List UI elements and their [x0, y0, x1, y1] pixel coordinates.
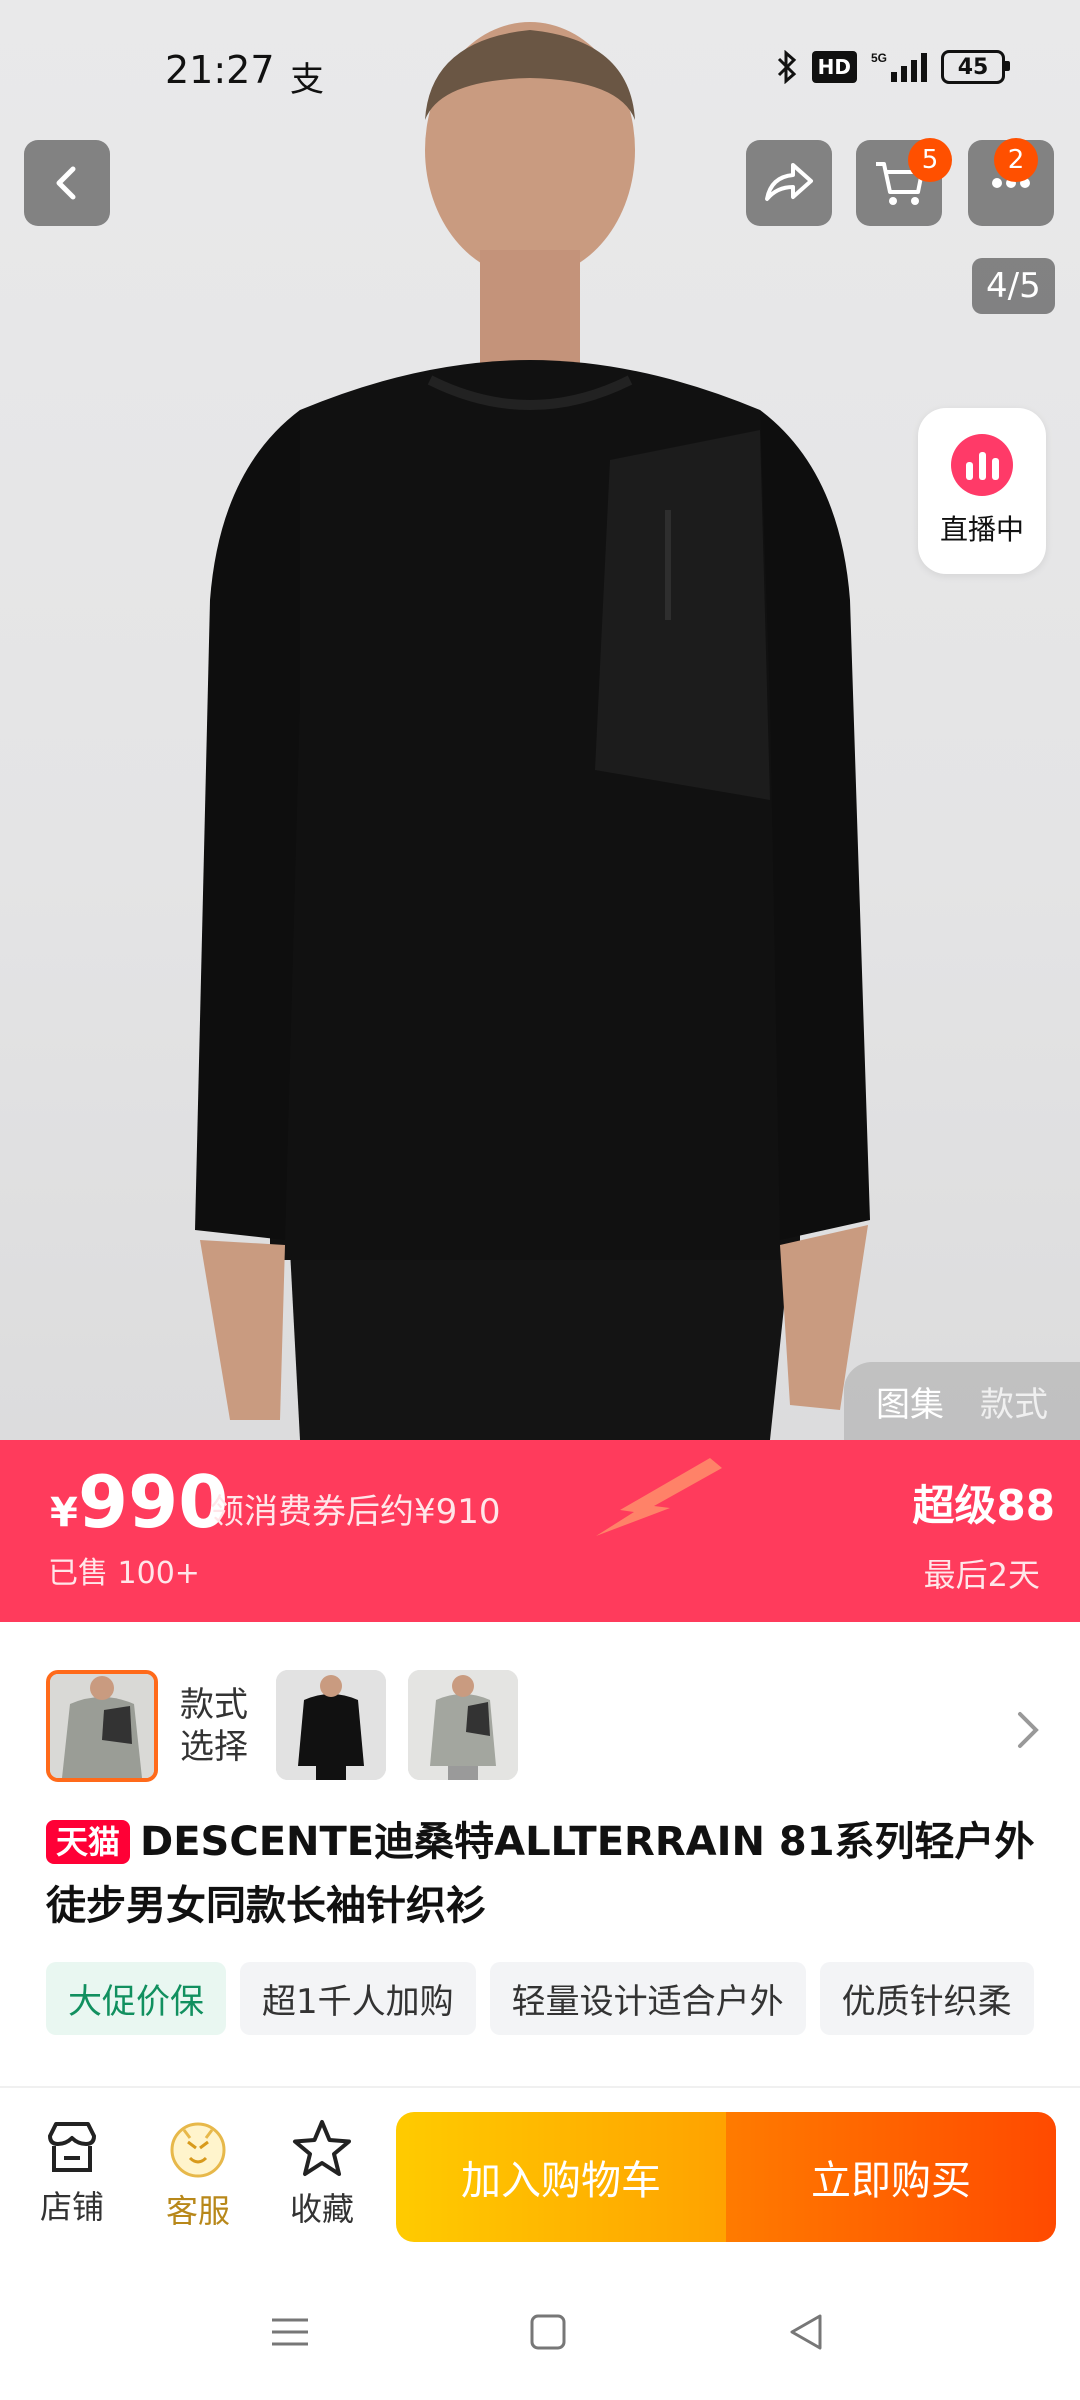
variant-thumb-grey-selected[interactable] — [46, 1670, 158, 1782]
sold-count: 已售 100+ — [48, 1556, 200, 1591]
store-icon — [48, 2122, 96, 2172]
variant-selector[interactable]: 款式选择 — [0, 1622, 1080, 1782]
service-mascot-icon — [170, 2122, 226, 2178]
chevron-left-icon — [56, 166, 76, 200]
price-value: 990 — [78, 1460, 229, 1544]
tag-quality-knit[interactable]: 优质针织柔 — [819, 1962, 1034, 2035]
system-navigation-bar — [0, 2270, 1080, 2400]
event-countdown: 最后2天 — [923, 1556, 1040, 1594]
shop-label: 店铺 — [39, 2188, 104, 2226]
customer-service-button[interactable]: 客服 — [148, 2118, 248, 2232]
tag-price-protection[interactable]: 大促价保 — [46, 1962, 226, 2035]
favorite-button[interactable]: 收藏 — [272, 2118, 372, 2230]
product-title: DESCENTE迪桑特ALLTERRAIN 81系列轻户外徒步男女同款长袖针织衫 — [46, 1819, 1035, 1929]
live-stream-button[interactable]: 直播中 — [918, 408, 1046, 574]
tag-lightweight[interactable]: 轻量设计适合户外 — [489, 1962, 806, 2035]
live-bars-icon — [951, 434, 1013, 496]
signal-icon: 5G — [871, 50, 927, 84]
tag-popularity[interactable]: 超1千人加购 — [240, 1962, 476, 2035]
tab-gallery[interactable]: 图集 — [876, 1377, 944, 1426]
tmall-badge: 天猫 — [46, 1820, 131, 1864]
product-tags: 大促价保 超1千人加购 轻量设计适合户外 优质针织柔 — [46, 1962, 1034, 2035]
star-icon — [293, 2120, 351, 2176]
add-to-cart-button[interactable]: 加入购物车 — [396, 2112, 726, 2242]
gallery-tabs: 图集 款式 — [844, 1362, 1080, 1440]
product-title-block: 天猫 DESCENTE迪桑特ALLTERRAIN 81系列轻户外徒步男女同款长袖针… — [46, 1810, 1036, 1938]
message-count-badge: 2 — [994, 138, 1038, 182]
buy-now-button[interactable]: 立即购买 — [726, 2112, 1056, 2242]
chevron-right-icon[interactable] — [1016, 1710, 1040, 1750]
alipay-icon: 支 — [290, 60, 324, 100]
cart-count-badge: 5 — [908, 138, 952, 182]
image-counter: 4/5 — [972, 258, 1055, 314]
status-bar: 21:27 支 HD 5G 45 — [0, 0, 1080, 140]
share-button[interactable] — [746, 140, 832, 226]
bottom-action-bar: 店铺 客服 收藏 加入购物车 立即购买 — [0, 2090, 1080, 2270]
currency-symbol: ¥ — [50, 1490, 78, 1536]
variant-thumb-black[interactable] — [276, 1670, 386, 1780]
menu-icon[interactable] — [270, 2312, 310, 2352]
cart-button[interactable]: 5 — [856, 138, 952, 226]
service-label: 客服 — [165, 2192, 230, 2230]
tab-styles[interactable]: 款式 — [980, 1377, 1048, 1426]
status-time: 21:27 — [165, 48, 275, 92]
more-button[interactable]: 2 — [968, 138, 1054, 226]
favorite-label: 收藏 — [289, 2190, 354, 2228]
battery-icon: 45 — [941, 50, 1010, 84]
back-button[interactable] — [24, 140, 110, 226]
share-icon — [765, 163, 813, 201]
shop-button[interactable]: 店铺 — [22, 2118, 122, 2228]
home-icon[interactable] — [528, 2312, 568, 2352]
arrow-swoosh-icon — [596, 1458, 722, 1536]
svg-text:5G: 5G — [871, 51, 887, 65]
variant-label: 款式选择 — [180, 1685, 248, 1767]
hd-indicator: HD — [811, 51, 857, 83]
coupon-text[interactable]: 领消费券后约¥910 — [210, 1484, 501, 1533]
divider — [0, 2086, 1080, 2088]
event-label: 超级88 — [912, 1481, 1055, 1530]
price-banner: ¥ 990 领消费券后约¥910 已售 100+ 超级88 最后2天 — [0, 1440, 1080, 1622]
live-label: 直播中 — [939, 513, 1024, 546]
bluetooth-icon — [776, 50, 798, 84]
variant-thumb-grey[interactable] — [408, 1670, 518, 1780]
back-triangle-icon[interactable] — [786, 2312, 826, 2352]
